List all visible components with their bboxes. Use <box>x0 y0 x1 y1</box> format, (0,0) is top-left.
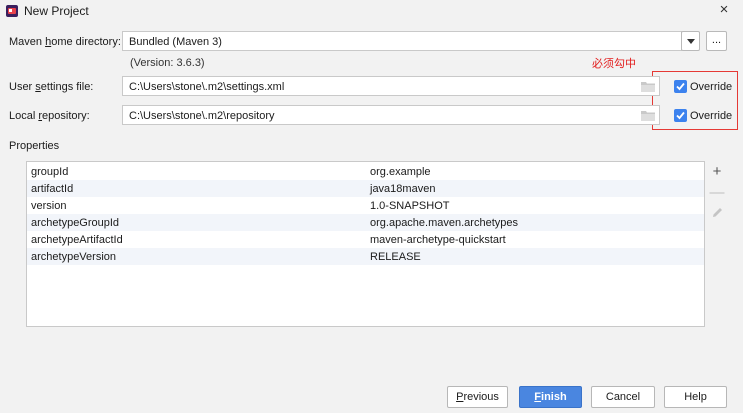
property-key: archetypeGroupId <box>31 217 120 229</box>
help-button[interactable]: Help <box>664 386 727 408</box>
remove-icon[interactable]: — <box>706 184 728 201</box>
maven-version: (Version: 3.6.3) <box>130 57 205 69</box>
maven-home-label-pre: Maven <box>9 36 46 48</box>
previous-button[interactable]: Previous <box>447 386 508 408</box>
property-value[interactable]: maven-archetype-quickstart <box>370 234 506 246</box>
window-title: New Project <box>24 4 89 18</box>
finish-rest: inish <box>541 391 567 403</box>
table-row[interactable]: groupId org.example <box>27 163 704 180</box>
local-repo-label: Local repository: <box>9 110 90 122</box>
properties-heading: Properties <box>9 140 60 152</box>
edit-icon[interactable] <box>706 207 728 221</box>
user-settings-label-pre: User <box>9 81 36 93</box>
property-key: version <box>31 200 67 212</box>
table-row[interactable]: archetypeArtifactId maven-archetype-quic… <box>27 231 704 248</box>
cancel-button[interactable]: Cancel <box>591 386 655 408</box>
user-settings-label: User settings file: <box>9 81 93 93</box>
local-repo-override-label[interactable]: Override <box>690 110 732 122</box>
folder-icon[interactable] <box>641 110 655 124</box>
property-value[interactable]: RELEASE <box>370 251 421 263</box>
folder-icon[interactable] <box>641 81 655 95</box>
user-settings-label-post: ettings file: <box>40 81 94 93</box>
user-settings-override-label[interactable]: Override <box>690 81 732 93</box>
property-value[interactable]: 1.0-SNAPSHOT <box>370 200 449 212</box>
table-row[interactable]: version 1.0-SNAPSHOT <box>27 197 704 214</box>
table-row[interactable]: artifactId java18maven <box>27 180 704 197</box>
table-row[interactable]: archetypeVersion RELEASE <box>27 248 704 265</box>
maven-home-value: Bundled (Maven 3) <box>129 36 222 48</box>
app-icon <box>6 5 18 17</box>
browse-maven-home-button[interactable]: ... <box>706 31 727 51</box>
maven-home-label-post: ome directory: <box>51 36 121 48</box>
table-row[interactable]: archetypeGroupId org.apache.maven.archet… <box>27 214 704 231</box>
user-settings-field[interactable]: C:\Users\stone\.m2\settings.xml <box>122 76 660 96</box>
finish-button[interactable]: Finish <box>519 386 582 408</box>
title-bar: New Project × <box>0 0 743 22</box>
property-key: archetypeVersion <box>31 251 116 263</box>
property-value[interactable]: org.apache.maven.archetypes <box>370 217 518 229</box>
properties-table[interactable]: groupId org.example artifactId java18mav… <box>26 161 705 327</box>
previous-rest: revious <box>463 391 499 403</box>
close-icon[interactable]: × <box>717 1 731 19</box>
user-settings-override-checkbox[interactable] <box>674 80 687 93</box>
property-value[interactable]: org.example <box>370 166 431 178</box>
property-value[interactable]: java18maven <box>370 183 435 195</box>
property-key: artifactId <box>31 183 74 195</box>
property-key: archetypeArtifactId <box>31 234 123 246</box>
maven-home-combo[interactable]: Bundled (Maven 3) <box>122 31 682 51</box>
add-icon[interactable]: + <box>706 163 728 180</box>
annotation-note: 必须勾中 <box>592 58 636 70</box>
local-repo-label-pre: Local <box>9 110 39 122</box>
maven-home-label: Maven home directory: <box>9 36 121 48</box>
user-settings-value: C:\Users\stone\.m2\settings.xml <box>129 81 285 93</box>
local-repo-override-checkbox[interactable] <box>674 109 687 122</box>
local-repo-field[interactable]: C:\Users\stone\.m2\repository <box>122 105 660 125</box>
local-repo-value: C:\Users\stone\.m2\repository <box>129 110 275 122</box>
local-repo-label-post: epository: <box>42 110 90 122</box>
property-key: groupId <box>31 166 69 178</box>
chevron-down-icon[interactable] <box>681 31 700 51</box>
